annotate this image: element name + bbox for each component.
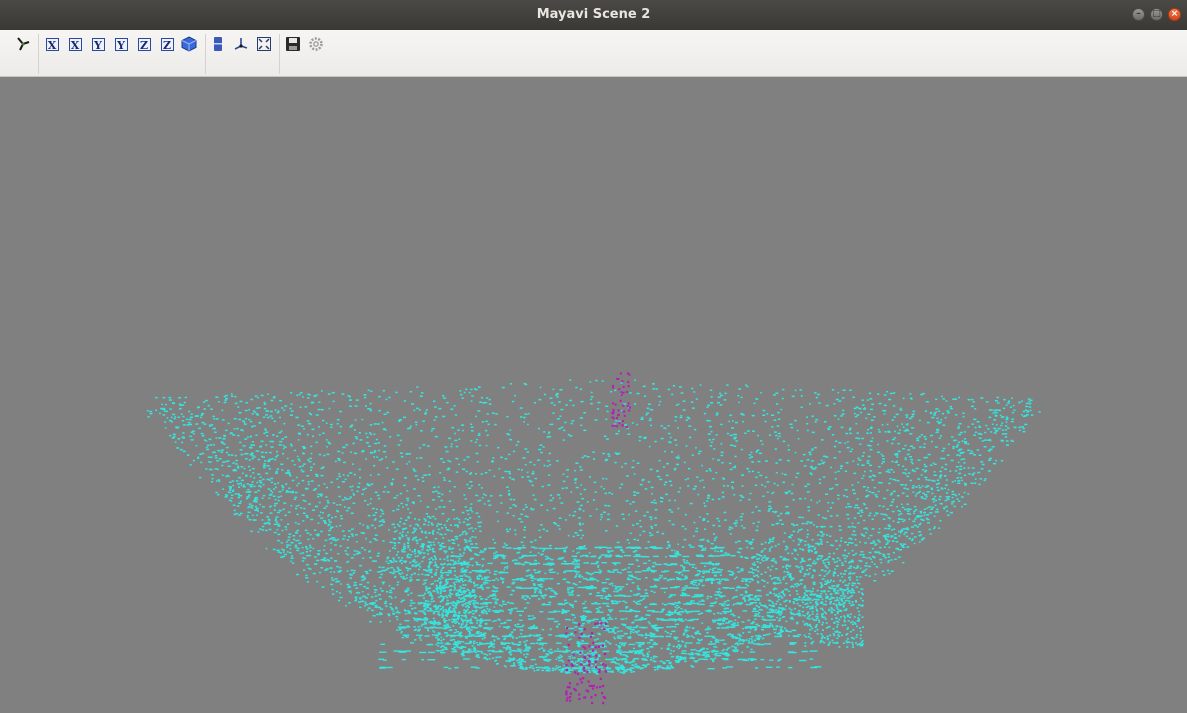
close-button[interactable]: × (1168, 8, 1181, 21)
window-title: Mayavi Scene 2 (536, 7, 651, 22)
minimize-button[interactable]: – (1132, 8, 1145, 21)
view-isometric-icon[interactable] (14, 35, 32, 53)
save-icon[interactable] (284, 35, 302, 53)
view-z-minus-icon[interactable]: Z (158, 35, 176, 53)
title-bar[interactable]: Mayavi Scene 2 – □ × (0, 0, 1187, 31)
fullscreen-icon[interactable] (255, 35, 273, 53)
view-x-plus-icon[interactable]: X (43, 35, 61, 53)
toggle-orientation-icon[interactable] (232, 35, 250, 53)
toggle-axes-icon[interactable] (209, 35, 227, 53)
scene-toolbar: X X Y Y Z Z (0, 30, 1187, 77)
view-z-plus-icon[interactable]: Z (135, 35, 153, 53)
view-x-minus-icon[interactable]: X (66, 35, 84, 53)
point-cloud (146, 372, 1041, 705)
render-scene[interactable] (2, 77, 1187, 713)
view-y-plus-icon[interactable]: Y (89, 35, 107, 53)
maximize-button[interactable]: □ (1150, 8, 1163, 21)
toolbar-separator (279, 34, 280, 74)
configure-icon[interactable] (307, 35, 325, 53)
view-y-minus-icon[interactable]: Y (112, 35, 130, 53)
parallel-projection-icon[interactable] (180, 35, 198, 53)
toolbar-separator (38, 34, 39, 74)
mayavi-window: Mayavi Scene 2 – □ × X X Y Y Z Z (0, 0, 1187, 713)
toolbar-separator (205, 34, 206, 74)
